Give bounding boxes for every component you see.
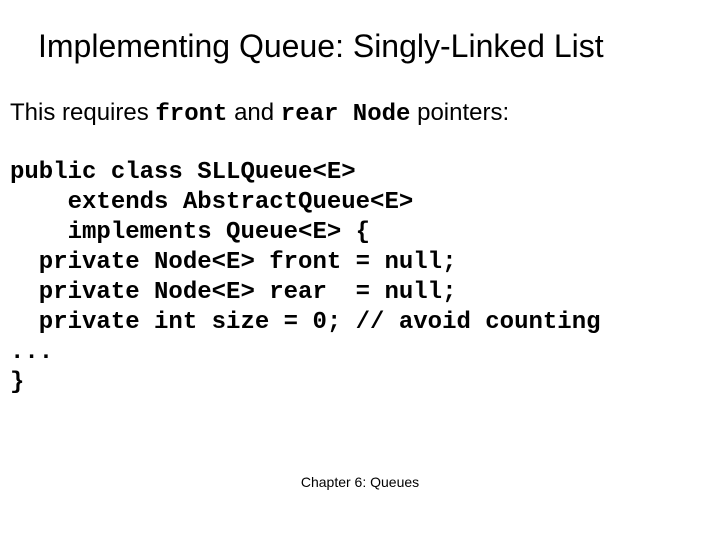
intro-text: This requires front and rear Node pointe… xyxy=(10,99,710,128)
intro-keyword-rear-node: rear Node xyxy=(281,101,411,128)
slide-footer: Chapter 6: Queues xyxy=(0,474,720,490)
intro-mid: and xyxy=(227,99,280,126)
intro-keyword-front: front xyxy=(155,101,227,128)
intro-pre: This requires xyxy=(10,99,155,126)
slide-title: Implementing Queue: Singly-Linked List xyxy=(38,28,710,65)
slide: Implementing Queue: Singly-Linked List T… xyxy=(0,0,720,540)
intro-post: pointers: xyxy=(410,99,509,126)
code-block: public class SLLQueue<E> extends Abstrac… xyxy=(10,158,710,398)
